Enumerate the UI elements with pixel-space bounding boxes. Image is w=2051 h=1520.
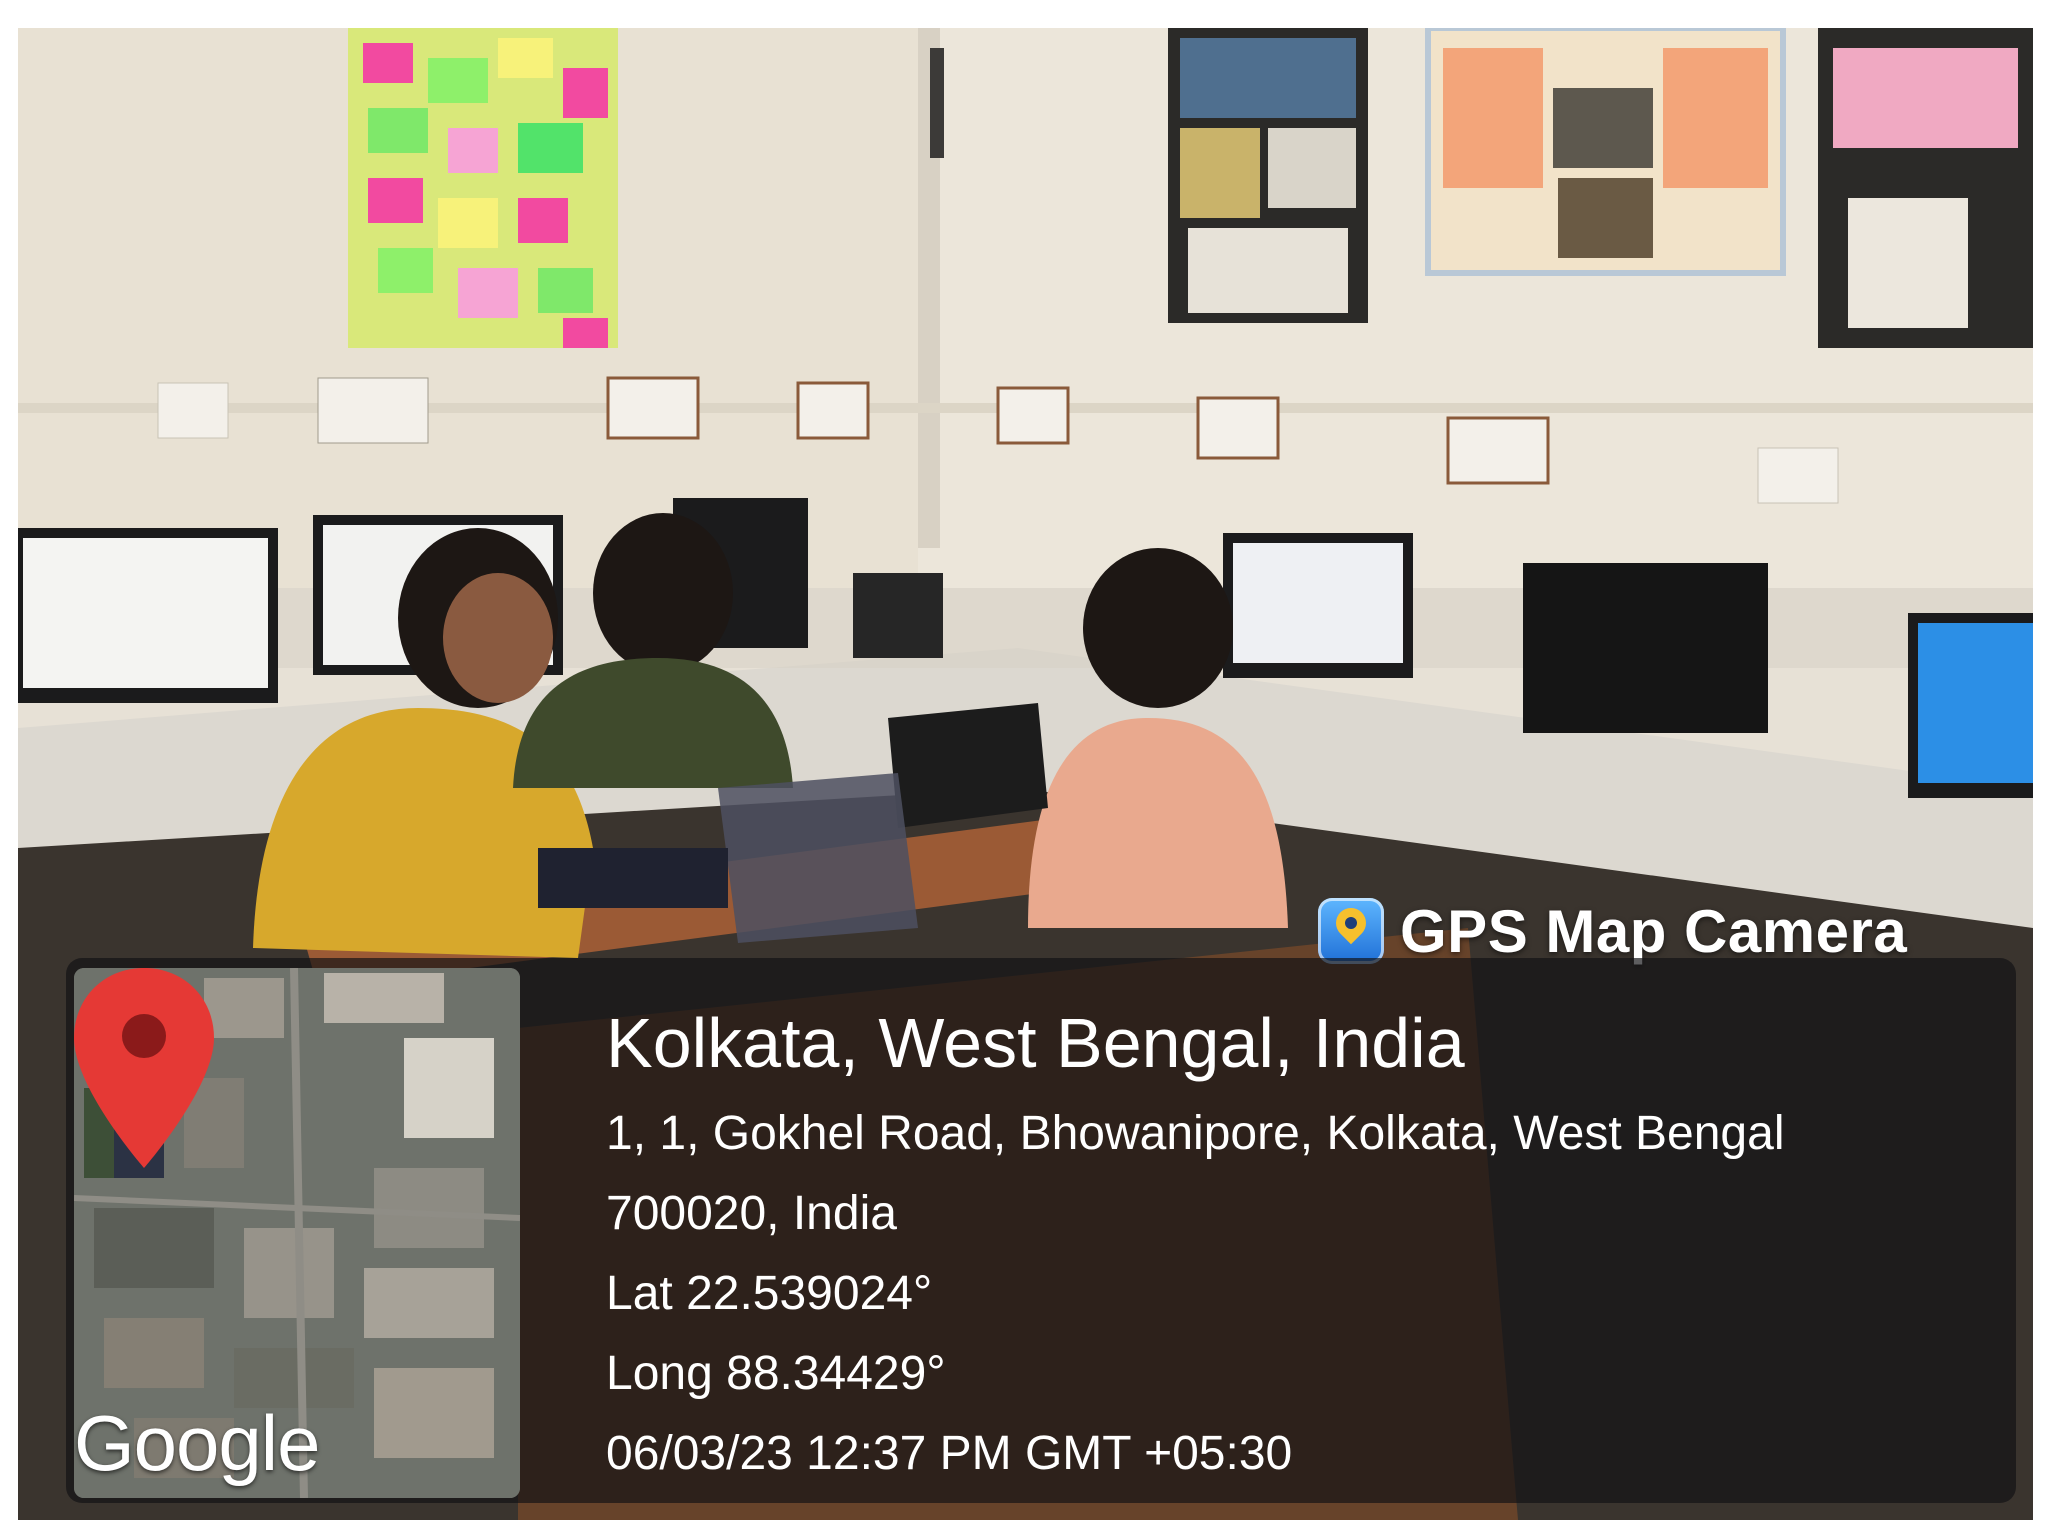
google-logo: Google <box>74 1399 321 1487</box>
address-line-1: 1, 1, Gokhel Road, Bhowanipore, Kolkata,… <box>606 1107 1785 1160</box>
photo: GPS Map Camera Google Kolkata, West Beng… <box>18 28 2033 1520</box>
place-title: Kolkata, West Bengal, India <box>606 1004 1465 1082</box>
longitude: Long 88.34429° <box>606 1347 946 1400</box>
app-name-label: GPS Map Camera <box>1400 897 1908 965</box>
location-details: Kolkata, West Bengal, India 1, 1, Gokhel… <box>606 998 1784 1494</box>
gps-map-camera-icon <box>1318 898 1384 964</box>
map-pin-icon <box>74 968 214 1168</box>
map-thumbnail: Google <box>74 968 520 1498</box>
timestamp: 06/03/23 12:37 PM GMT +05:30 <box>606 1427 1293 1480</box>
address-line-2: 700020, India <box>606 1187 897 1240</box>
sticky-notes-board <box>348 28 618 348</box>
latitude: Lat 22.539024° <box>606 1267 933 1320</box>
location-info-panel: Google Kolkata, West Bengal, India 1, 1,… <box>66 958 2016 1503</box>
